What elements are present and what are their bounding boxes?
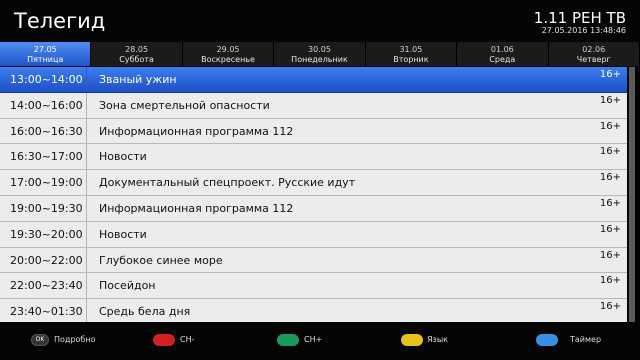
age-rating: 16+: [599, 94, 621, 106]
program-list: 13:00~14:00 Званый ужин 16+ 14:00~16:00 Зон…: [0, 67, 627, 325]
age-rating: 16+: [599, 197, 621, 209]
column-divider: [86, 92, 87, 118]
ok-key-icon[interactable]: OK: [31, 334, 49, 346]
program-time: 17:00~19:00: [10, 176, 83, 190]
column-divider: [86, 118, 87, 144]
program-time: 16:30~17:00: [10, 150, 83, 164]
column-divider: [86, 195, 87, 221]
program-title: Информационная программа 112: [99, 201, 294, 215]
program-row[interactable]: 16:00~16:30 Информационная программа 112 1…: [0, 118, 627, 145]
tab-date: 27.05: [33, 45, 57, 54]
age-rating: 16+: [599, 146, 621, 158]
tab-day-7[interactable]: 02.06 Четверг: [548, 42, 640, 66]
column-divider: [86, 67, 87, 92]
tab-day-6[interactable]: 01.06 Среда: [457, 42, 549, 66]
tab-date: 28.05: [125, 45, 149, 54]
tab-weekday: Понедельник: [291, 55, 348, 64]
program-time: 13:00~14:00: [10, 73, 83, 86]
channel-up-label: CH+: [304, 335, 323, 344]
age-rating: 16+: [599, 69, 621, 80]
program-row[interactable]: 16:30~17:00 Новости 16+: [0, 144, 627, 171]
footer-hints: OK Подробно CH- CH+ Язык Таймер: [0, 322, 640, 360]
age-rating: 16+: [599, 172, 621, 184]
tab-date: 30.05: [308, 45, 331, 54]
header-bar: Телегид 1.11 РЕН ТВ 27.05.2016 13:48:46: [0, 0, 640, 42]
column-divider: [86, 221, 87, 247]
yellow-key-icon[interactable]: [401, 334, 423, 346]
page-title: Телегид: [14, 9, 106, 33]
program-time: 14:00~16:00: [10, 98, 83, 112]
tab-weekday: Вторник: [393, 55, 429, 64]
column-divider: [86, 273, 87, 299]
scrollbar[interactable]: [629, 67, 635, 322]
blue-key-icon[interactable]: [536, 334, 558, 346]
program-title: Посейдон: [99, 279, 156, 293]
program-title: Глубокое синее море: [99, 253, 223, 267]
age-rating: 16+: [599, 275, 621, 287]
tab-date: 01.06: [490, 45, 514, 54]
tab-weekday: Пятница: [27, 55, 64, 64]
tab-day-1[interactable]: 27.05 Пятница: [0, 42, 92, 66]
current-datetime: 27.05.2016 13:48:46: [541, 26, 626, 35]
program-time: 16:00~16:30: [10, 124, 83, 138]
tab-date: 02.06: [582, 45, 606, 54]
program-time: 23:40~01:30: [10, 305, 83, 319]
program-row[interactable]: 22:00~23:40 Посейдон 16+: [0, 273, 627, 300]
age-rating: 16+: [599, 249, 621, 261]
tab-date: 31.05: [399, 45, 423, 54]
program-row[interactable]: 19:30~20:00 Новости 16+: [0, 221, 627, 248]
tab-weekday: Воскресенье: [201, 55, 255, 64]
green-key-icon[interactable]: [277, 334, 299, 346]
column-divider: [86, 144, 87, 170]
tab-weekday: Среда: [489, 55, 516, 64]
age-rating: 16+: [599, 120, 621, 132]
program-time: 20:00~22:00: [10, 253, 83, 267]
column-divider: [86, 170, 87, 195]
program-title: Средь бела дня: [99, 305, 191, 319]
program-title: Документальный спецпроект. Русские идут: [99, 176, 356, 190]
tab-weekday: Четверг: [576, 55, 611, 64]
tab-day-3[interactable]: 29.05 Воскресенье: [182, 42, 275, 66]
tab-day-5[interactable]: 31.05 Вторник: [365, 42, 458, 66]
scrollbar-thumb[interactable]: [629, 67, 635, 322]
language-label: Язык: [427, 335, 448, 344]
column-divider: [86, 247, 87, 273]
program-row[interactable]: 19:00~19:30 Информационная программа 112 1…: [0, 195, 627, 222]
program-row[interactable]: 13:00~14:00 Званый ужин 16+: [0, 67, 627, 93]
details-hint-label: Подробно: [54, 335, 96, 344]
age-rating: 16+: [599, 223, 621, 235]
program-row[interactable]: 17:00~19:00 Документальный спецпроект. Ру…: [0, 170, 627, 196]
program-title: Информационная программа 112: [99, 124, 294, 138]
tab-date: 29.05: [216, 45, 240, 54]
program-row[interactable]: 14:00~16:00 Зона смертельной опасности 16+: [0, 92, 627, 119]
channel-down-label: CH-: [180, 335, 195, 344]
age-rating: 16+: [599, 301, 621, 313]
program-time: 19:30~20:00: [10, 227, 83, 241]
program-title: Новости: [99, 150, 147, 164]
program-time: 19:00~19:30: [10, 201, 83, 215]
program-title: Званый ужин: [99, 73, 177, 86]
date-tabs: 27.05 Пятница 28.05 Суббота 29.05 Воскресен…: [0, 42, 640, 66]
program-title: Новости: [99, 227, 147, 241]
program-row[interactable]: 20:00~22:00 Глубокое синее море 16+: [0, 247, 627, 274]
program-time: 22:00~23:40: [10, 279, 83, 293]
tab-day-4[interactable]: 30.05 Понедельник: [274, 42, 366, 66]
channel-name: 1.11 РЕН ТВ: [533, 9, 626, 27]
tab-weekday: Суббота: [119, 55, 154, 64]
red-key-icon[interactable]: [153, 334, 175, 346]
tab-day-2[interactable]: 28.05 Суббота: [91, 42, 183, 66]
program-title: Зона смертельной опасности: [99, 98, 270, 112]
timer-label: Таймер: [570, 335, 602, 344]
column-divider: [86, 299, 87, 324]
